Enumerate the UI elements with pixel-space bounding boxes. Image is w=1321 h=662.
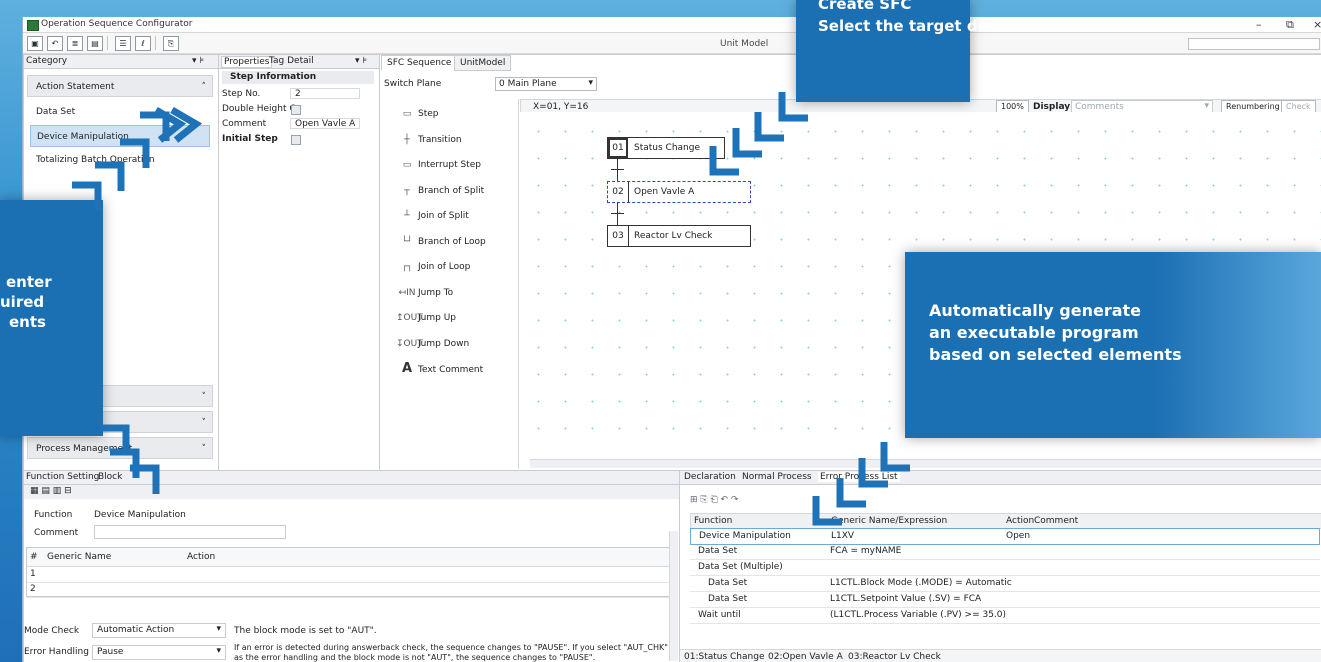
arrow-chevron-icon [778,92,808,122]
arrow-chevron-icon [880,442,910,472]
arrow-chevron-icon [72,181,102,211]
decorative-arrows [72,92,910,526]
